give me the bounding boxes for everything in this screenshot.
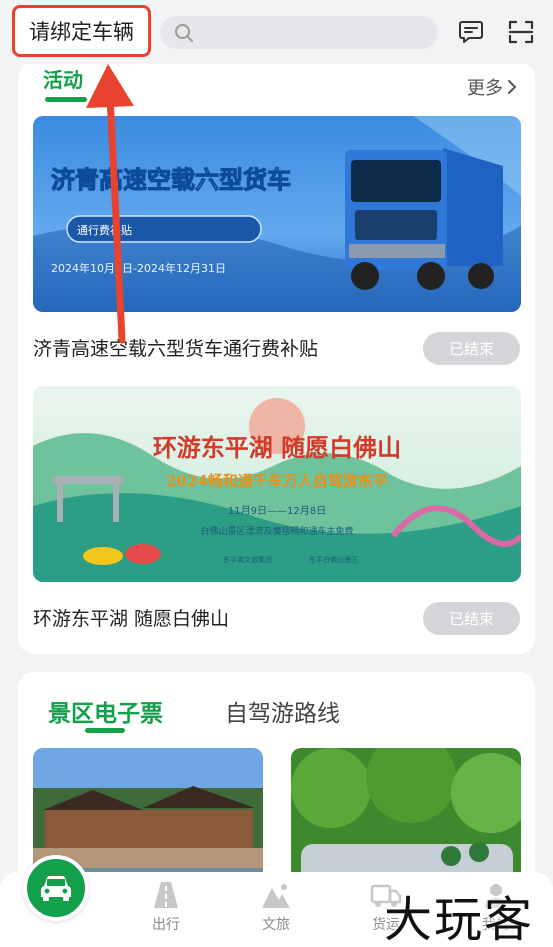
activities-card: 活动 更多 济青高速空载六型货车 通行费补贴 2024年10月8日-2024年1… bbox=[18, 62, 535, 654]
mountain-icon bbox=[262, 884, 290, 908]
scan-icon[interactable] bbox=[507, 18, 535, 46]
lake-banner-image: 环游东平湖 随愿白佛山 2024畅和通千车万人自驾游东平 11月9日——12月8… bbox=[33, 386, 521, 582]
sponsor-1: 东平湖文旅集团 bbox=[223, 555, 272, 564]
sponsor-2: 东平白佛山景区 bbox=[309, 555, 358, 564]
nav-label: 文旅 bbox=[262, 917, 290, 933]
nav-item-travel[interactable]: 出行 bbox=[131, 880, 201, 934]
activity-banner-truck[interactable]: 济青高速空载六型货车 通行费补贴 2024年10月8日-2024年12月31日 bbox=[33, 116, 521, 312]
car-icon bbox=[41, 876, 71, 901]
activity-banner-lake[interactable]: 环游东平湖 随愿白佛山 2024畅和通千车万人自驾游东平 11月9日——12月8… bbox=[33, 386, 521, 582]
banner-headline: 济青高速空载六型货车 bbox=[51, 166, 291, 194]
section-underline bbox=[45, 97, 87, 102]
bind-vehicle-label: 请绑定车辆 bbox=[29, 20, 134, 44]
banner-date: 11月9日——12月8日 bbox=[228, 505, 326, 517]
chevron-right-icon bbox=[508, 80, 517, 94]
tab-scenic-tickets[interactable]: 景区电子票 bbox=[48, 694, 163, 728]
watermark: 大玩客 bbox=[384, 892, 535, 947]
activity-title[interactable]: 济青高速空载六型货车通行费补贴 bbox=[33, 334, 318, 361]
activity-title[interactable]: 环游东平湖 随愿白佛山 bbox=[33, 604, 229, 631]
status-badge: 已结束 bbox=[423, 602, 520, 635]
message-icon[interactable] bbox=[457, 18, 485, 46]
top-bar: 请绑定车辆 bbox=[0, 0, 553, 64]
banner-date: 2024年10月8日-2024年12月31日 bbox=[51, 261, 226, 275]
nav-item-culture[interactable]: 文旅 bbox=[241, 880, 311, 934]
truck-illustration bbox=[345, 148, 503, 290]
more-label: 更多 bbox=[467, 78, 503, 99]
activities-section-title: 活动 bbox=[43, 68, 83, 92]
tab-underline bbox=[85, 728, 125, 733]
more-link[interactable]: 更多 bbox=[467, 74, 517, 100]
truck-banner-image: 济青高速空载六型货车 通行费补贴 2024年10月8日-2024年12月31日 bbox=[33, 116, 521, 312]
search-icon bbox=[175, 23, 193, 42]
nav-label: 出行 bbox=[152, 917, 180, 933]
search-input[interactable] bbox=[200, 24, 430, 41]
tab-self-drive-routes[interactable]: 自驾游路线 bbox=[225, 694, 340, 728]
banner-tag: 通行费补贴 bbox=[77, 223, 132, 237]
status-badge: 已结束 bbox=[423, 332, 520, 365]
bind-vehicle-button[interactable]: 请绑定车辆 bbox=[12, 5, 151, 57]
search-box[interactable] bbox=[160, 16, 438, 49]
road-icon bbox=[154, 882, 178, 908]
banner-subhead: 2024畅和通千车万人自驾游东平 bbox=[166, 472, 388, 490]
banner-headline: 环游东平湖 随愿白佛山 bbox=[153, 433, 401, 462]
banner-note: 白佛山景区漂流及魔毯畅和通车主免费 bbox=[200, 525, 353, 537]
nav-item-vehicle[interactable] bbox=[23, 855, 89, 921]
